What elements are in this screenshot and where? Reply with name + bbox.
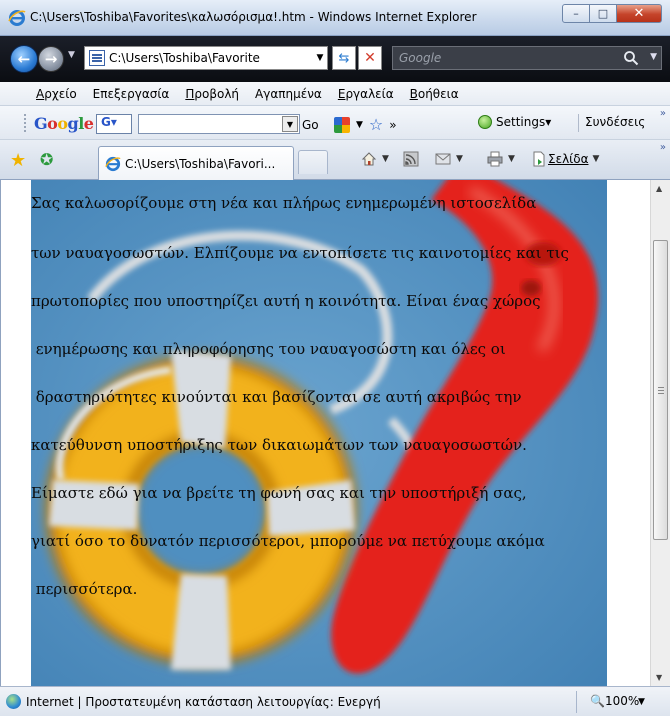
security-zone-text[interactable]: Internet | Προστατευμένη κατάσταση λειτο… bbox=[26, 695, 381, 709]
url-field[interactable]: C:\Users\Toshiba\Favorite ▼ bbox=[84, 46, 328, 70]
window-controls: – □ ✕ bbox=[562, 4, 662, 24]
text-line: πρωτοπορίες που υποστηρίζει αυτή η κοινό… bbox=[31, 292, 541, 310]
page-icon bbox=[530, 150, 548, 168]
chevron-down-icon[interactable]: ▼ bbox=[650, 52, 657, 62]
settings-label: Settings▾ bbox=[496, 115, 552, 129]
links-button[interactable]: Συνδέσεις bbox=[585, 115, 645, 129]
google-logo[interactable]: Google bbox=[34, 114, 94, 133]
arrow-left-icon: ← bbox=[17, 50, 31, 68]
command-overflow-button[interactable]: » bbox=[660, 142, 666, 153]
scroll-down-arrow[interactable]: ▼ bbox=[656, 673, 662, 682]
ie-icon bbox=[105, 156, 121, 171]
tab-active[interactable]: C:\Users\Toshiba\Favori... bbox=[98, 146, 294, 180]
chevron-down-icon[interactable]: ▼ bbox=[638, 697, 645, 707]
close-icon: ✕ bbox=[364, 50, 376, 66]
vertical-scrollbar[interactable]: ▲ ▼ bbox=[650, 180, 670, 686]
print-icon bbox=[486, 150, 504, 168]
grip-icon bbox=[658, 386, 664, 394]
print-button[interactable]: ▼ bbox=[486, 150, 515, 168]
stop-button[interactable]: ✕ bbox=[358, 46, 382, 70]
status-divider bbox=[576, 691, 577, 713]
star-icon[interactable]: ☆ bbox=[369, 115, 383, 134]
chevron-down-icon[interactable]: ▼ bbox=[508, 154, 515, 164]
page-menu-label: Σελίδα bbox=[548, 152, 589, 166]
google-toolbar: Google G▾ ▼ Go ▼ ☆ » Settings▾ Συνδέσεις… bbox=[0, 106, 670, 140]
menu-item-file[interactable]: Αρχείο bbox=[36, 87, 77, 101]
zoom-level[interactable]: 🔍100% bbox=[590, 694, 639, 708]
maximize-button[interactable]: □ bbox=[589, 4, 617, 23]
scroll-up-arrow[interactable]: ▲ bbox=[656, 184, 662, 193]
chevron-down-icon[interactable]: ▼ bbox=[356, 120, 363, 130]
feeds-button[interactable] bbox=[402, 150, 420, 168]
text-line: Σας καλωσορίζουμε στη νέα και πλήρως ενη… bbox=[31, 194, 537, 212]
home-button[interactable]: ▼ bbox=[360, 150, 389, 168]
toolbar-grip[interactable] bbox=[24, 114, 27, 132]
search-placeholder: Google bbox=[399, 51, 442, 65]
globe-icon bbox=[6, 694, 21, 709]
text-line: ενημέρωσης και πληροφόρησης του ναυαγοσώ… bbox=[31, 340, 506, 358]
chevron-down-icon[interactable]: ▼ bbox=[313, 53, 327, 63]
status-bar: Internet | Προστατευμένη κατάσταση λειτο… bbox=[0, 686, 670, 716]
forward-button[interactable]: → bbox=[38, 46, 64, 72]
menu-item-view[interactable]: Προβολή bbox=[185, 87, 239, 101]
search-icon[interactable] bbox=[623, 50, 639, 66]
page-icon bbox=[89, 50, 105, 66]
new-tab-button[interactable] bbox=[298, 150, 328, 174]
toolbar-overflow-button[interactable]: » bbox=[660, 108, 666, 119]
ie-icon bbox=[8, 10, 26, 26]
menu-bar: Αρχείο Επεξεργασία Προβολή Αγαπημένα Εργ… bbox=[0, 82, 670, 106]
title-bar: C:\Users\Toshiba\Favorites\καλωσόρισμα!.… bbox=[0, 0, 670, 36]
chevron-down-icon[interactable]: ▼ bbox=[382, 154, 389, 164]
add-favorite-icon[interactable]: ✪ bbox=[40, 150, 53, 169]
google-go-button[interactable]: Go bbox=[302, 118, 319, 132]
address-bar: ← → ▼ C:\Users\Toshiba\Favorite ▼ ⇆ ✕ Go… bbox=[0, 36, 670, 82]
menu-item-help[interactable]: Βοήθεια bbox=[410, 87, 459, 101]
refresh-button[interactable]: ⇆ bbox=[332, 46, 356, 70]
feeds-icon bbox=[402, 150, 420, 168]
more-buttons-icon[interactable]: » bbox=[389, 118, 396, 132]
settings-button[interactable]: Settings▾ bbox=[478, 115, 551, 129]
page-viewport: Σας καλωσορίζουμε στη νέα και πλήρως ενη… bbox=[0, 180, 670, 686]
recent-pages-dropdown[interactable]: ▼ bbox=[68, 50, 75, 60]
google-menu-button[interactable]: G▾ bbox=[96, 114, 132, 134]
home-icon bbox=[360, 150, 378, 168]
scrollbar-thumb[interactable] bbox=[653, 239, 668, 540]
chevron-down-icon[interactable]: ▼ bbox=[456, 154, 463, 164]
text-line: των ναυαγοσωστών. Ελπίζουμε να εντοπίσετ… bbox=[31, 244, 569, 262]
window-title: C:\Users\Toshiba\Favorites\καλωσόρισμα!.… bbox=[30, 10, 477, 24]
chevron-down-icon: ▼ bbox=[592, 154, 600, 164]
minimize-button[interactable]: – bbox=[562, 4, 590, 23]
favorites-star-icon[interactable]: ★ bbox=[10, 150, 26, 171]
puzzle-icon[interactable] bbox=[334, 116, 350, 133]
settings-icon bbox=[478, 115, 492, 129]
menu-item-tools[interactable]: Εργαλεία bbox=[338, 87, 394, 101]
url-text: C:\Users\Toshiba\Favorite bbox=[109, 51, 260, 65]
toolbar-separator bbox=[578, 114, 579, 132]
close-button[interactable]: ✕ bbox=[616, 4, 662, 23]
text-line: Είμαστε εδώ για να βρείτε τη φωνή σας κα… bbox=[31, 484, 527, 502]
text-line: κατεύθυνση υποστήριξης των δικαιωμάτων τ… bbox=[31, 436, 527, 454]
text-line: γιατί όσο το δυνατόν περισσότεροι, μπορο… bbox=[31, 532, 545, 550]
read-mail-button[interactable]: ▼ bbox=[434, 150, 463, 168]
chevron-down-icon[interactable]: ▼ bbox=[282, 116, 298, 132]
menu-item-edit[interactable]: Επεξεργασία bbox=[93, 87, 170, 101]
page-menu-button[interactable]: Σελίδα ▼ bbox=[530, 150, 599, 168]
mail-icon bbox=[434, 150, 452, 168]
refresh-icon: ⇆ bbox=[338, 50, 350, 66]
google-toolbar-icons: ▼ ☆ » bbox=[334, 115, 397, 134]
back-button[interactable]: ← bbox=[10, 45, 38, 73]
tab-bar: ★ ✪ C:\Users\Toshiba\Favori... ▼ ▼ ▼ Σελ… bbox=[0, 140, 670, 180]
tab-label: C:\Users\Toshiba\Favori... bbox=[125, 156, 276, 171]
google-search-input[interactable]: ▼ bbox=[138, 114, 300, 134]
arrow-right-icon: → bbox=[44, 50, 58, 68]
search-input[interactable]: Google ▼ bbox=[392, 46, 662, 70]
text-line: περισσότερα. bbox=[31, 580, 138, 598]
text-line: δραστηριότητες κινούνται και βασίζονται … bbox=[31, 388, 522, 406]
menu-item-favorites[interactable]: Αγαπημένα bbox=[255, 87, 322, 101]
